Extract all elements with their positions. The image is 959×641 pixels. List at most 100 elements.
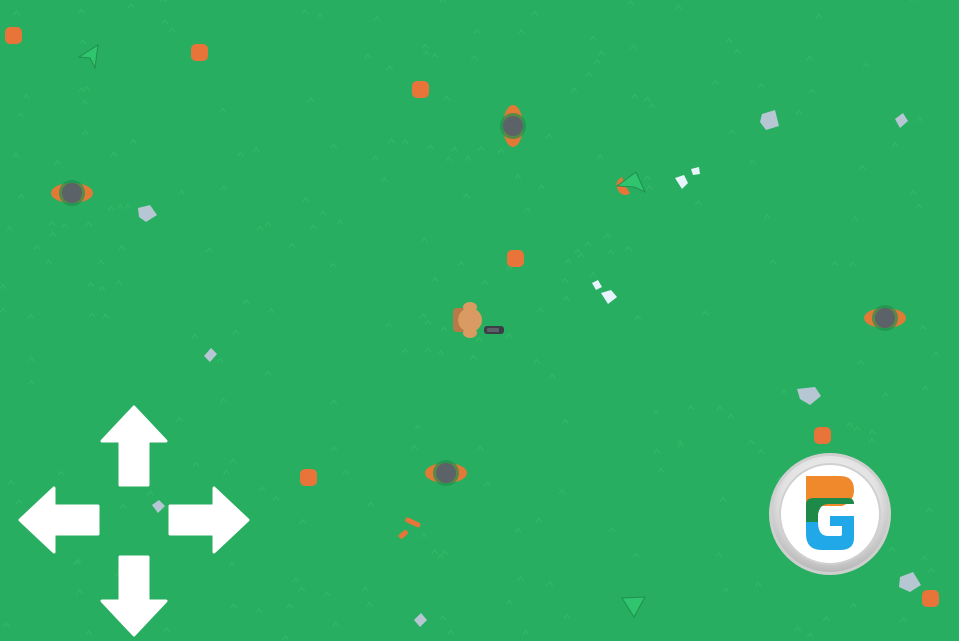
grass-speck bbox=[450, 146, 458, 152]
grass-speck bbox=[445, 156, 453, 162]
grass-speck bbox=[608, 526, 616, 533]
grass-speck bbox=[862, 62, 870, 68]
grass-speck bbox=[256, 225, 264, 231]
grass-speck bbox=[822, 615, 830, 622]
grass-speck bbox=[75, 588, 83, 595]
grass-speck bbox=[701, 310, 709, 316]
grass-speck bbox=[118, 245, 126, 251]
grass-speck bbox=[421, 236, 428, 243]
grass-speck bbox=[229, 458, 237, 464]
rock bbox=[899, 572, 921, 592]
leaf-group bbox=[77, 44, 646, 618]
dpad-left-button[interactable] bbox=[18, 486, 102, 554]
grass-speck bbox=[476, 445, 484, 451]
grass-speck bbox=[653, 448, 661, 454]
arrow-left-icon bbox=[18, 486, 100, 554]
grass-speck bbox=[127, 3, 135, 9]
grass-speck bbox=[332, 621, 340, 627]
orange-orb bbox=[412, 81, 429, 98]
grass-speck bbox=[545, 133, 553, 139]
grass-speck bbox=[27, 379, 35, 386]
grass-speck bbox=[85, 221, 93, 227]
grass-speck bbox=[205, 247, 213, 253]
grass-speck bbox=[475, 336, 483, 342]
grass-speck bbox=[53, 159, 61, 165]
grass-speck bbox=[920, 555, 928, 561]
arrow-up-icon bbox=[100, 405, 168, 487]
grass-speck bbox=[22, 93, 30, 100]
grass-speck bbox=[102, 313, 110, 319]
grass-speck bbox=[562, 295, 570, 302]
enemy bbox=[425, 460, 467, 486]
enemy bbox=[864, 305, 906, 331]
grass-speck bbox=[537, 184, 545, 190]
grass-speck bbox=[748, 158, 756, 165]
leaf bbox=[621, 596, 646, 618]
grass-speck bbox=[757, 82, 765, 88]
arrow-down-icon bbox=[100, 555, 168, 637]
grass-speck bbox=[722, 587, 730, 593]
action-button[interactable] bbox=[768, 452, 892, 576]
grass-speck bbox=[747, 439, 755, 445]
grass-speck bbox=[288, 242, 296, 248]
grass-speck bbox=[728, 128, 736, 135]
dpad-down-button[interactable] bbox=[100, 553, 168, 637]
grass-speck bbox=[657, 467, 665, 473]
grass-speck bbox=[33, 244, 41, 250]
grass-speck bbox=[430, 548, 438, 555]
grass-speck bbox=[281, 635, 289, 641]
grass-speck bbox=[219, 107, 227, 113]
grass-speck bbox=[60, 222, 68, 229]
rock bbox=[760, 110, 779, 130]
grass-speck bbox=[146, 490, 154, 496]
grass-speck bbox=[264, 221, 272, 227]
grass-speck bbox=[464, 155, 472, 162]
grass-speck bbox=[0, 283, 7, 290]
grass-speck bbox=[237, 151, 245, 157]
grass-speck bbox=[514, 173, 522, 180]
game-field bbox=[0, 0, 959, 641]
grass-speck bbox=[517, 575, 525, 582]
grass-speck bbox=[719, 496, 727, 502]
grass-speck bbox=[585, 71, 593, 77]
grass-speck bbox=[437, 349, 444, 356]
grass-speck bbox=[769, 259, 777, 265]
grass-speck bbox=[420, 532, 428, 538]
grass-speck bbox=[242, 298, 250, 305]
grass-speck bbox=[129, 138, 137, 144]
grass-speck bbox=[255, 608, 263, 614]
grass-speck bbox=[0, 307, 7, 313]
grass-speck bbox=[754, 581, 762, 587]
grass-speck bbox=[264, 370, 272, 376]
grass-speck bbox=[927, 567, 935, 574]
grass-speck bbox=[220, 397, 227, 403]
grass-speck bbox=[81, 99, 89, 105]
grass-speck bbox=[558, 489, 566, 495]
grass-speck bbox=[124, 203, 132, 209]
grass-speck bbox=[524, 206, 532, 213]
grass-speck bbox=[329, 262, 337, 268]
grass-speck bbox=[645, 184, 653, 190]
dpad-up-button[interactable] bbox=[100, 405, 168, 489]
grass-speck bbox=[12, 152, 20, 158]
grass-speck bbox=[604, 232, 612, 238]
grass-speck bbox=[851, 215, 859, 222]
grass-speck bbox=[806, 632, 814, 639]
grass-speck bbox=[925, 506, 933, 513]
dpad-right-button[interactable] bbox=[166, 486, 250, 554]
grass-speck bbox=[336, 219, 344, 225]
grass-speck bbox=[426, 144, 434, 150]
crystal bbox=[675, 175, 688, 189]
grass-speck bbox=[17, 193, 25, 199]
action-logo-icon bbox=[769, 453, 891, 575]
player-character bbox=[453, 302, 504, 338]
grass-speck bbox=[380, 176, 388, 183]
grass-speck bbox=[443, 95, 451, 101]
grass-speck bbox=[286, 603, 293, 609]
grass-speck bbox=[517, 28, 525, 35]
grass-speck bbox=[387, 138, 395, 144]
grass-speck bbox=[367, 501, 375, 508]
grass-speck bbox=[161, 18, 169, 25]
grass-speck bbox=[431, 52, 439, 59]
grass-speck bbox=[309, 224, 317, 230]
